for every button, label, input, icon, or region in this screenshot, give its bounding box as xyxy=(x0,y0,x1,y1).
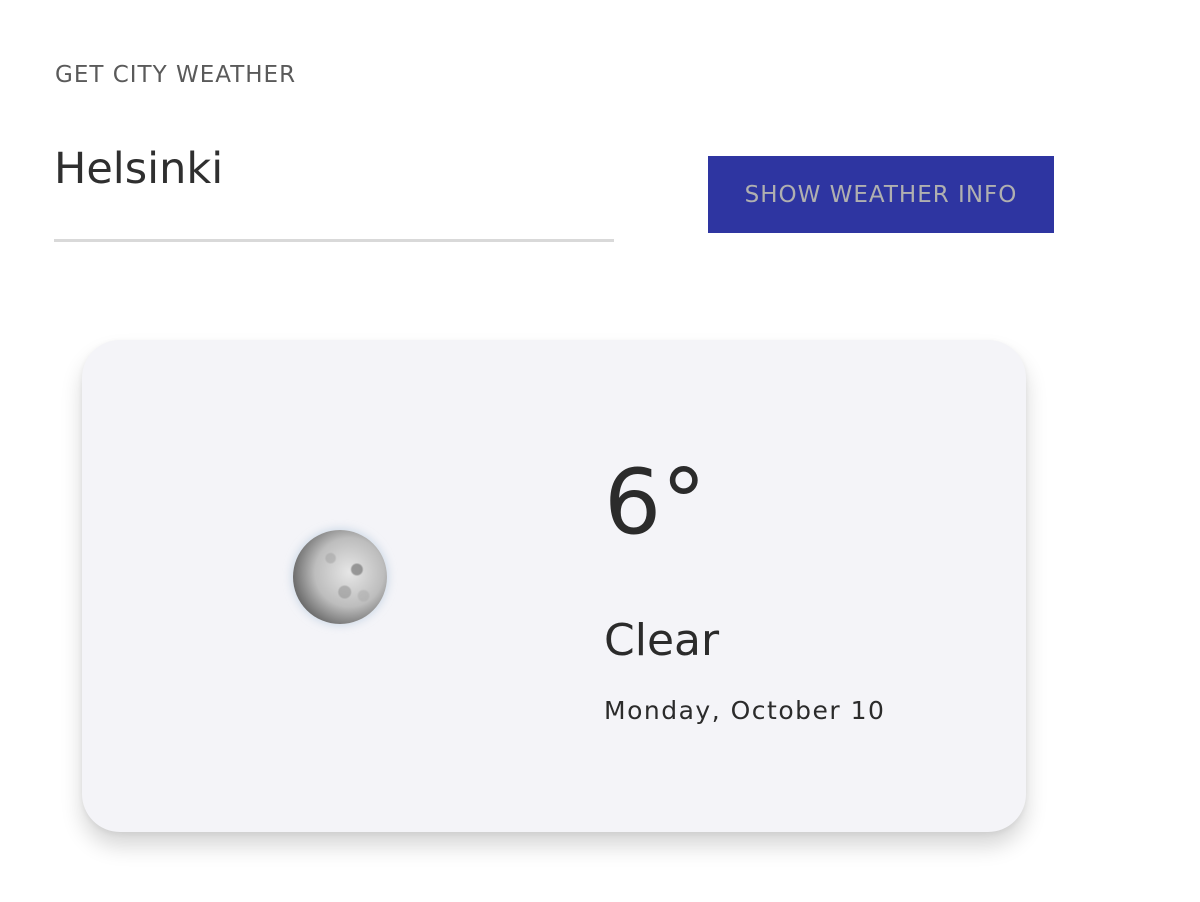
temperature: 6° xyxy=(604,450,707,555)
weather-date: Monday, October 10 xyxy=(604,696,886,725)
form-title: GET CITY WEATHER xyxy=(55,62,297,88)
moon-icon xyxy=(293,530,387,624)
show-weather-button[interactable]: SHOW WEATHER INFO xyxy=(708,156,1054,233)
weather-condition: Clear xyxy=(604,615,720,666)
city-input[interactable] xyxy=(54,138,614,242)
weather-page: GET CITY WEATHER SHOW WEATHER INFO 6° Cl… xyxy=(0,0,1200,902)
weather-card: 6° Clear Monday, October 10 xyxy=(82,340,1026,832)
